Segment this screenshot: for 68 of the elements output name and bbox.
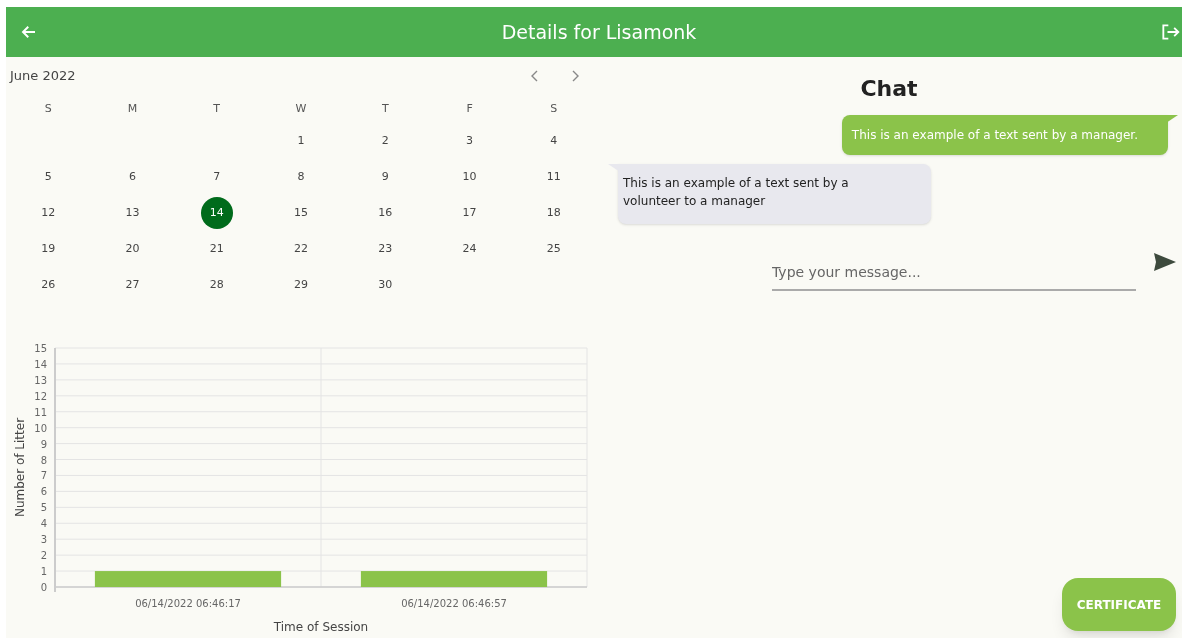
y-tick-label: 8: [40, 454, 47, 466]
y-tick-label: 12: [34, 390, 47, 402]
calendar-day[interactable]: 16: [374, 204, 397, 222]
x-tick-label: 06/14/2022 06:46:57: [401, 598, 507, 609]
calendar-day[interactable]: 4: [546, 132, 562, 150]
y-tick-label: 11: [34, 406, 47, 418]
calendar-day[interactable]: 23: [374, 240, 397, 258]
calendar-day[interactable]: 29: [290, 276, 312, 294]
calendar-day[interactable]: 9: [377, 168, 393, 186]
calendar-day[interactable]: 3: [462, 132, 478, 150]
y-tick-label: 14: [34, 358, 47, 370]
y-tick-label: 9: [40, 438, 47, 450]
weekday-label: M: [127, 100, 138, 117]
calendar-day[interactable]: 13: [121, 204, 144, 222]
weekday-label: W: [295, 100, 307, 117]
y-tick-label: 13: [34, 374, 47, 386]
message-text: This is an example of a text sent by a manager.: [851, 127, 1139, 144]
weekday-label: T: [213, 100, 221, 117]
calendar-day[interactable]: 10: [458, 168, 481, 186]
calendar-day[interactable]: 20: [121, 240, 144, 258]
previous-month-icon[interactable]: [530, 70, 540, 82]
send-icon[interactable]: [1154, 253, 1176, 271]
page-title: Details for Lisamonk: [501, 19, 697, 45]
message-field[interactable]: Type your message...: [772, 262, 1136, 291]
chat-title: Chat: [860, 75, 918, 103]
weekday-label: F: [466, 100, 473, 117]
y-tick-label: 0: [40, 582, 47, 593]
calendar-day[interactable]: 19: [37, 240, 60, 258]
back-arrow-icon[interactable]: [20, 23, 38, 41]
calendar-day[interactable]: 17: [458, 204, 481, 222]
calendar-day[interactable]: 30: [374, 276, 397, 294]
y-tick-label: 6: [40, 486, 47, 498]
y-tick-label: 1: [40, 566, 47, 578]
weekday-label: T: [381, 100, 389, 117]
weekday-label: S: [550, 100, 558, 117]
weekday-label: S: [44, 100, 52, 117]
next-month-icon[interactable]: [570, 70, 580, 82]
y-tick-label: 4: [40, 518, 47, 530]
calendar-day[interactable]: 15: [290, 204, 312, 222]
calendar-day[interactable]: 28: [205, 276, 228, 294]
calendar-day[interactable]: 22: [290, 240, 312, 258]
calendar-day[interactable]: 12: [37, 204, 60, 222]
calendar-day[interactable]: 8: [293, 168, 309, 186]
calendar-day[interactable]: 18: [542, 204, 565, 222]
x-axis-title: Time of Session: [273, 620, 369, 634]
y-tick-label: 3: [40, 534, 47, 546]
calendar-day[interactable]: 24: [458, 240, 481, 258]
y-axis-title: Number of Litter: [13, 417, 27, 518]
y-tick-label: 5: [40, 502, 47, 514]
calendar-day[interactable]: 7: [209, 168, 225, 186]
calendar-day[interactable]: 21: [205, 240, 228, 258]
calendar-day[interactable]: 5: [40, 168, 56, 186]
calendar-day[interactable]: 2: [377, 132, 393, 150]
y-tick-label: 15: [34, 343, 47, 354]
calendar-day[interactable]: 6: [124, 168, 140, 186]
calendar-day[interactable]: 11: [542, 168, 565, 186]
month-label: June 2022: [10, 67, 76, 86]
y-tick-label: 10: [34, 422, 47, 434]
calendar-day[interactable]: 1: [293, 132, 309, 150]
y-tick-label: 7: [40, 470, 47, 482]
calendar-day[interactable]: 25: [542, 240, 565, 258]
logout-icon[interactable]: [1160, 22, 1180, 42]
x-tick-label: 06/14/2022 06:46:17: [135, 598, 241, 609]
calendar-day[interactable]: 14: [200, 197, 233, 229]
calendar-day[interactable]: 26: [37, 276, 60, 294]
message-text: This is an example of a text sent by a volunteer to a manager: [623, 175, 850, 210]
y-tick-label: 2: [40, 550, 47, 562]
calendar-day[interactable]: 27: [121, 276, 144, 294]
